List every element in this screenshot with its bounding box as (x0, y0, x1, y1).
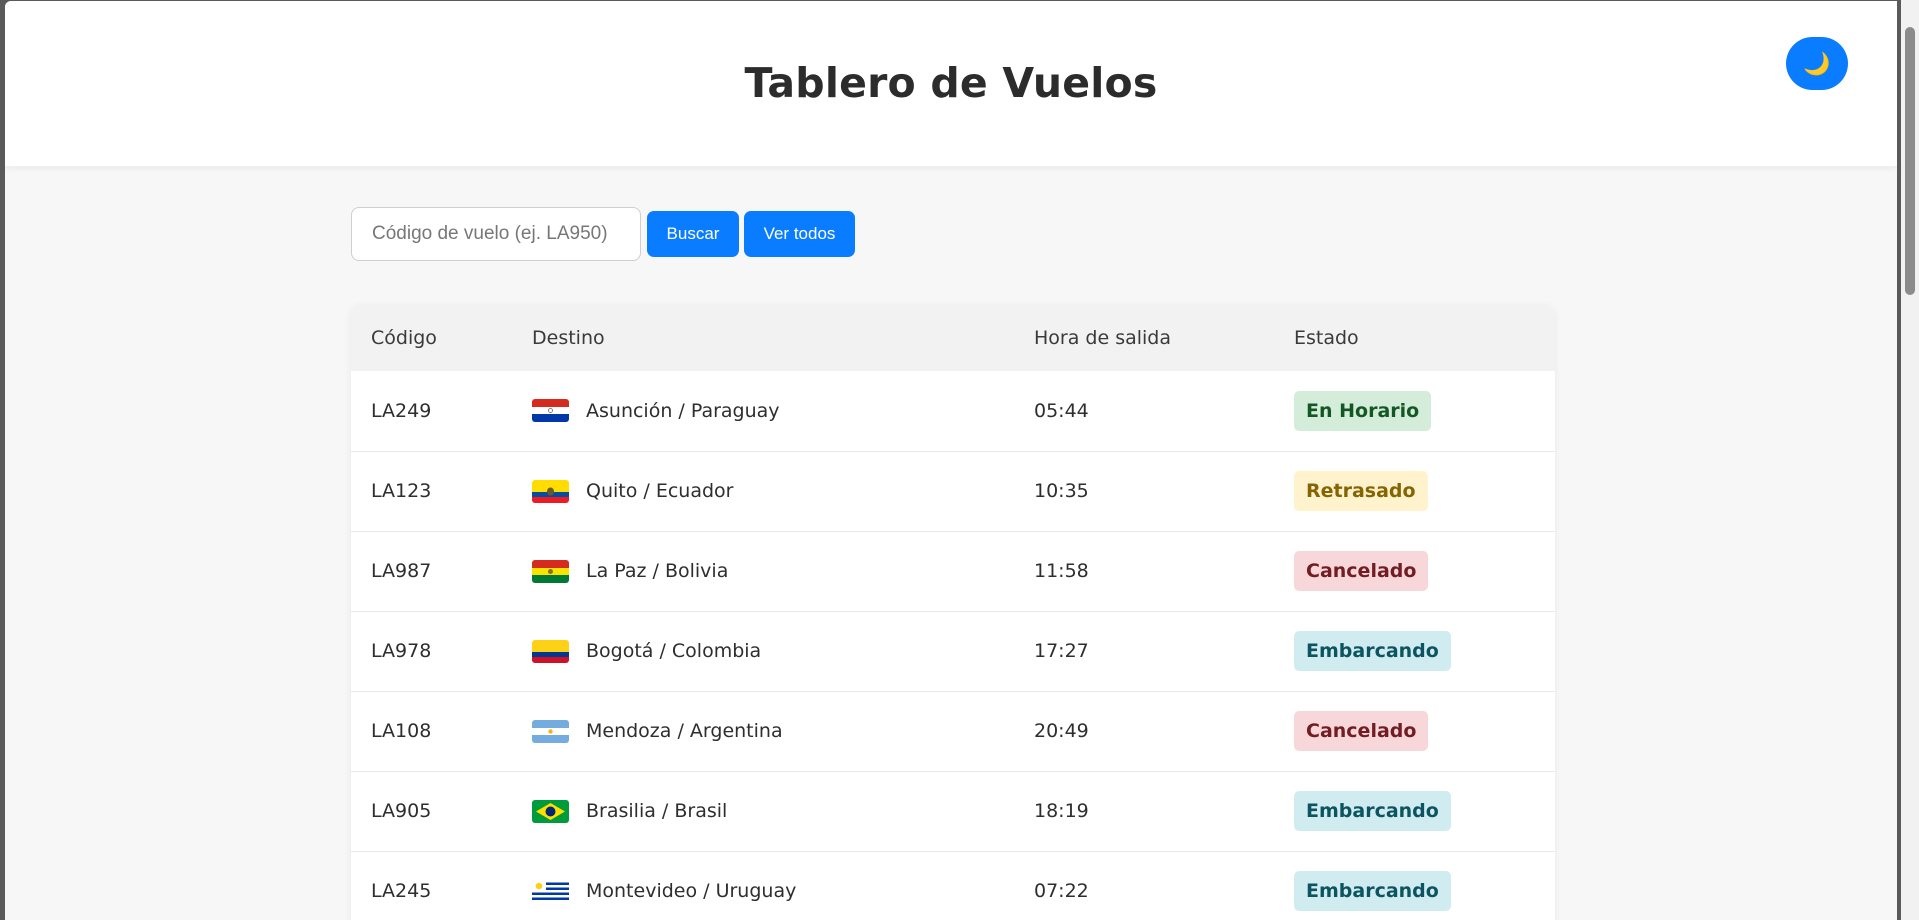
bolivia-flag-icon (532, 559, 569, 583)
status-badge: Cancelado (1294, 551, 1429, 591)
status-badge: Embarcando (1294, 791, 1451, 831)
table-row: LA123 Quito / Ecuador 10:35 Retrasado (351, 451, 1555, 531)
column-header-code: Código (371, 326, 437, 349)
destination-label: La Paz / Bolivia (586, 560, 729, 582)
flights-table-card: Código Destino Hora de salida Estado LA2… (351, 304, 1555, 920)
paraguay-flag-icon (532, 399, 569, 423)
departure-time: 07:22 (1034, 880, 1089, 902)
brasil-flag-icon (532, 799, 569, 823)
table-row: LA978 Bogotá / Colombia 17:27 Embarcando (351, 611, 1555, 691)
status-badge: Retrasado (1294, 471, 1428, 511)
flights-table: Código Destino Hora de salida Estado LA2… (351, 304, 1555, 920)
table-row: LA245 Montevideo / Uruguay 07:22 Embarca… (351, 851, 1555, 920)
destination-label: Montevideo / Uruguay (586, 880, 797, 902)
app-window: Tablero de Vuelos 🌙 Buscar Ver todos Cód… (5, 1, 1897, 920)
page-header: Tablero de Vuelos 🌙 (5, 1, 1897, 166)
argentina-flag-icon (532, 719, 569, 743)
destination-label: Brasilia / Brasil (586, 800, 728, 822)
column-header-departure: Hora de salida (1034, 326, 1171, 349)
destination-label: Asunción / Paraguay (586, 399, 780, 422)
column-header-status: Estado (1294, 326, 1359, 349)
departure-time: 17:27 (1034, 640, 1089, 662)
flight-code: LA123 (371, 480, 432, 502)
status-badge: En Horario (1294, 390, 1432, 431)
destination-label: Quito / Ecuador (586, 480, 734, 502)
destination-label: Bogotá / Colombia (586, 640, 762, 662)
table-row: LA905 Brasilia / Brasil 18:19 Embarcando (351, 771, 1555, 851)
table-body: LA249 Asunción / Paraguay 05:44 En Horar… (351, 371, 1555, 920)
departure-time: 10:35 (1034, 480, 1089, 502)
departure-time: 20:49 (1034, 720, 1089, 742)
table-row: LA108 Mendoza / Argentina 20:49 Cancelad… (351, 691, 1555, 771)
flight-code: LA249 (371, 399, 432, 422)
table-row: LA987 La Paz / Bolivia 11:58 Cancelado (351, 531, 1555, 611)
moon-icon: 🌙 (1803, 50, 1831, 76)
status-badge: Cancelado (1294, 711, 1429, 751)
search-bar: Buscar Ver todos (351, 207, 855, 261)
column-header-destination: Destino (532, 326, 605, 349)
colombia-flag-icon (532, 639, 569, 663)
scrollbar-thumb[interactable] (1905, 27, 1915, 295)
flight-code: LA245 (371, 880, 432, 902)
uruguay-flag-icon (532, 879, 569, 903)
status-badge: Embarcando (1294, 631, 1451, 671)
flight-code: LA108 (371, 720, 432, 742)
departure-time: 18:19 (1034, 800, 1089, 822)
page-title: Tablero de Vuelos (744, 59, 1158, 107)
ecuador-flag-icon (532, 479, 569, 503)
search-button[interactable]: Buscar (647, 211, 739, 257)
table-header-row: Código Destino Hora de salida Estado (351, 304, 1555, 371)
show-all-button[interactable]: Ver todos (744, 211, 855, 257)
departure-time: 05:44 (1034, 399, 1089, 422)
destination-label: Mendoza / Argentina (586, 720, 783, 742)
flight-code: LA987 (371, 560, 432, 582)
theme-toggle-button[interactable]: 🌙 (1786, 37, 1848, 90)
flight-code: LA978 (371, 640, 432, 662)
page-scrollbar[interactable] (1901, 0, 1919, 920)
flight-code: LA905 (371, 800, 432, 822)
flight-code-input[interactable] (351, 207, 641, 261)
status-badge: Embarcando (1294, 871, 1451, 911)
table-row: LA249 Asunción / Paraguay 05:44 En Horar… (351, 371, 1555, 451)
departure-time: 11:58 (1034, 560, 1089, 582)
